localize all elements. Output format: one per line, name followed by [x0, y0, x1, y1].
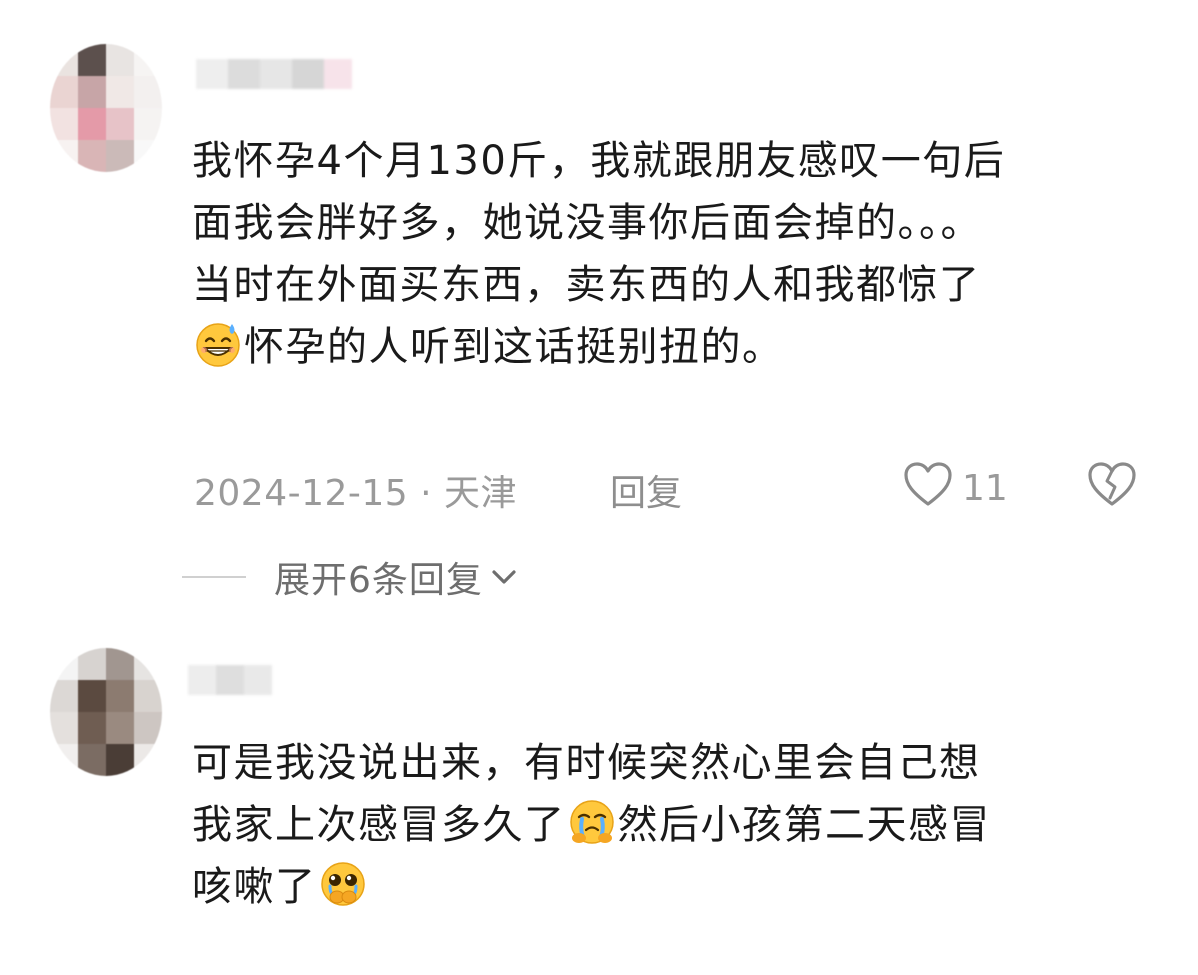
comment-line: 当时在外面买东西，卖东西的人和我都惊了	[192, 262, 981, 308]
expand-replies-label: 展开6条回复	[274, 560, 483, 601]
comment-line: 怀孕的人听到这话挺别扭的。	[244, 324, 784, 370]
avatar[interactable]	[50, 648, 162, 776]
grinning-sweat-emoji	[194, 320, 242, 368]
avatar[interactable]	[50, 44, 162, 172]
like-button[interactable]: 11	[902, 460, 1008, 517]
comment-line: 面我会胖好多，她说没事你后面会掉的。。。	[192, 200, 982, 246]
pleading-hands-emoji	[319, 860, 367, 908]
comment-text: 我怀孕4个月130斤，我就跟朋友感叹一句后 面我会胖好多，她说没事你后面会掉的。…	[192, 130, 1162, 378]
comment-line: 我怀孕4个月130斤，我就跟朋友感叹一句后	[192, 138, 1006, 184]
crying-hug-emoji	[568, 798, 616, 846]
reply-button[interactable]: 回复	[610, 464, 682, 516]
date-location: 2024-12-15 · 天津	[194, 473, 518, 514]
like-count: 11	[962, 468, 1008, 509]
comment-item: 可是我没说出来，有时候突然心里会自己想 我家上次感冒多久了 然后小孩第二天感冒 咳…	[0, 640, 1198, 975]
heart-icon	[902, 460, 954, 517]
comment-line: 我家上次感冒多久了	[192, 802, 566, 848]
broken-heart-icon[interactable]	[1086, 460, 1138, 517]
divider	[182, 576, 246, 578]
expand-replies[interactable]: 展开6条回复	[182, 552, 519, 602]
comment-text: 可是我没说出来，有时候突然心里会自己想 我家上次感冒多久了 然后小孩第二天感冒 咳…	[192, 732, 1162, 918]
comment-line: 咳嗽了	[192, 864, 317, 910]
comment-line: 可是我没说出来，有时候突然心里会自己想	[192, 740, 981, 786]
comment-meta: 2024-12-15 · 天津 回复 11	[192, 458, 1142, 514]
comment-item: 我怀孕4个月130斤，我就跟朋友感叹一句后 面我会胖好多，她说没事你后面会掉的。…	[0, 0, 1198, 620]
chevron-down-icon	[489, 566, 519, 592]
comment-line: 然后小孩第二天感冒	[617, 802, 991, 848]
username-redacted[interactable]	[188, 662, 272, 698]
username-redacted[interactable]	[196, 56, 352, 92]
